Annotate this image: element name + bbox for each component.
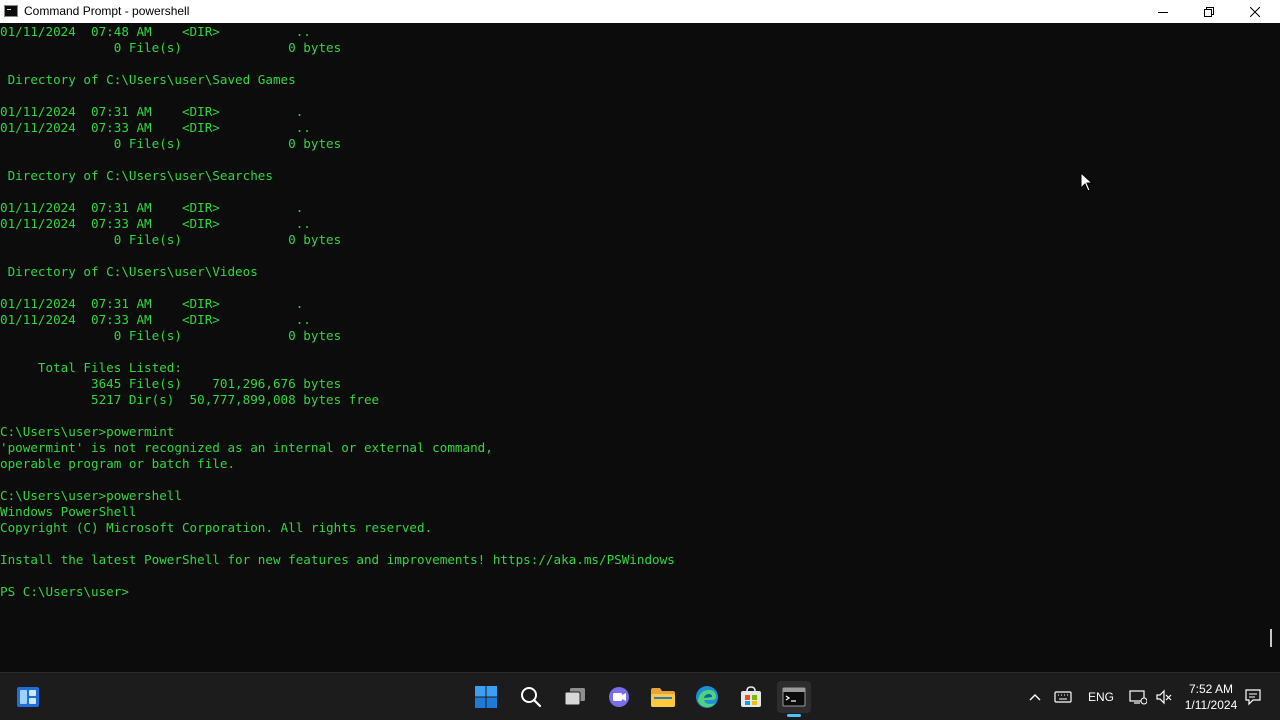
- window-title: Command Prompt - powershell: [24, 4, 190, 18]
- file-explorer-button[interactable]: [647, 681, 679, 713]
- title-bar[interactable]: Command Prompt - powershell: [0, 0, 1280, 23]
- console-lines: 01/11/2024 07:48 AM <DIR> .. 0 File(s) 0…: [0, 24, 1262, 600]
- console-line: C:\Users\user>powermint: [0, 424, 175, 439]
- store-button[interactable]: [735, 681, 767, 713]
- console-line: 5217 Dir(s) 50,777,899,008 bytes free: [0, 392, 380, 407]
- console-line: 01/11/2024 07:31 AM <DIR> .: [0, 200, 304, 215]
- console-line: 01/11/2024 07:33 AM <DIR> ..: [0, 312, 311, 327]
- console-line: C:\Users\user>powershell: [0, 488, 182, 503]
- chat-button[interactable]: [603, 681, 635, 713]
- console-line: Directory of C:\Users\user\Searches: [0, 168, 273, 183]
- console-line: Copyright (C) Microsoft Corporation. All…: [0, 520, 433, 535]
- show-hidden-icons-button[interactable]: [1026, 685, 1044, 709]
- clock[interactable]: 7:52 AM 1/11/2024: [1180, 681, 1242, 713]
- start-button[interactable]: [470, 681, 502, 713]
- console-line: Directory of C:\Users\user\Videos: [0, 264, 258, 279]
- notification-icon: [1245, 689, 1261, 706]
- scrollbar[interactable]: [1262, 24, 1280, 672]
- console-line: Total Files Listed:: [0, 360, 182, 375]
- console-line: 0 File(s) 0 bytes: [0, 328, 342, 343]
- active-app-indicator: [787, 714, 801, 717]
- console-line: 0 File(s) 0 bytes: [0, 40, 342, 55]
- console-line: 0 File(s) 0 bytes: [0, 232, 342, 247]
- console-line: 3645 File(s) 701,296,676 bytes: [0, 376, 342, 391]
- notifications-button[interactable]: [1242, 685, 1264, 709]
- scrollbar-thumb[interactable]: [1270, 629, 1272, 647]
- console-line: PS C:\Users\user>: [0, 584, 129, 599]
- volume-muted-icon: [1156, 689, 1172, 705]
- chevron-up-icon: [1029, 694, 1041, 701]
- console-line: operable program or batch file.: [0, 456, 236, 471]
- console-line: 01/11/2024 07:31 AM <DIR> .: [0, 296, 304, 311]
- console-line: Windows PowerShell: [0, 504, 137, 519]
- network-icon: [1129, 690, 1147, 705]
- console-line: 'powermint' is not recognized as an inte…: [0, 440, 493, 455]
- chat-icon: [609, 687, 629, 707]
- console-output[interactable]: 01/11/2024 07:48 AM <DIR> .. 0 File(s) 0…: [0, 24, 1262, 664]
- input-language-indicator[interactable]: ENG: [1084, 685, 1118, 709]
- search-button[interactable]: [515, 681, 547, 713]
- widgets-icon: [17, 687, 39, 707]
- minimize-icon: [1158, 11, 1168, 13]
- command-prompt-taskbar-button[interactable]: [777, 681, 811, 713]
- console-line: 01/11/2024 07:33 AM <DIR> ..: [0, 120, 311, 135]
- search-icon: [521, 687, 542, 708]
- clock-date: 1/11/2024: [1184, 698, 1238, 712]
- console-line: 01/11/2024 07:33 AM <DIR> ..: [0, 216, 311, 231]
- edge-button[interactable]: [691, 681, 723, 713]
- network-button[interactable]: [1128, 685, 1148, 709]
- console-line: Install the latest PowerShell for new fe…: [0, 552, 675, 567]
- minimize-button[interactable]: [1140, 0, 1186, 23]
- console-line: 0 File(s) 0 bytes: [0, 136, 342, 151]
- store-icon: [741, 686, 761, 707]
- keyboard-icon: [1054, 691, 1072, 703]
- taskbar: ENG 7:52 AM 1/11/2024: [0, 672, 1280, 720]
- command-prompt-window: Command Prompt - powershell 01/11/2024 0…: [0, 0, 1280, 672]
- touch-keyboard-button[interactable]: [1052, 685, 1074, 709]
- widgets-button[interactable]: [12, 681, 44, 713]
- console-line: 01/11/2024 07:31 AM <DIR> .: [0, 104, 304, 119]
- task-view-button[interactable]: [559, 681, 591, 713]
- mouse-cursor-icon: [1080, 172, 1094, 192]
- task-view-icon: [564, 688, 585, 706]
- terminal-icon: [782, 687, 806, 707]
- command-prompt-icon: [4, 5, 18, 17]
- console-line: Directory of C:\Users\user\Saved Games: [0, 72, 296, 87]
- clock-time: 7:52 AM: [1188, 682, 1234, 696]
- close-icon: [1250, 6, 1260, 17]
- volume-button[interactable]: [1154, 685, 1174, 709]
- start-icon: [475, 686, 497, 708]
- restore-icon: [1204, 6, 1214, 17]
- console-line: 01/11/2024 07:48 AM <DIR> ..: [0, 24, 311, 39]
- close-button[interactable]: [1232, 0, 1278, 23]
- edge-icon: [696, 686, 718, 708]
- restore-button[interactable]: [1186, 0, 1232, 23]
- file-explorer-icon: [651, 688, 675, 707]
